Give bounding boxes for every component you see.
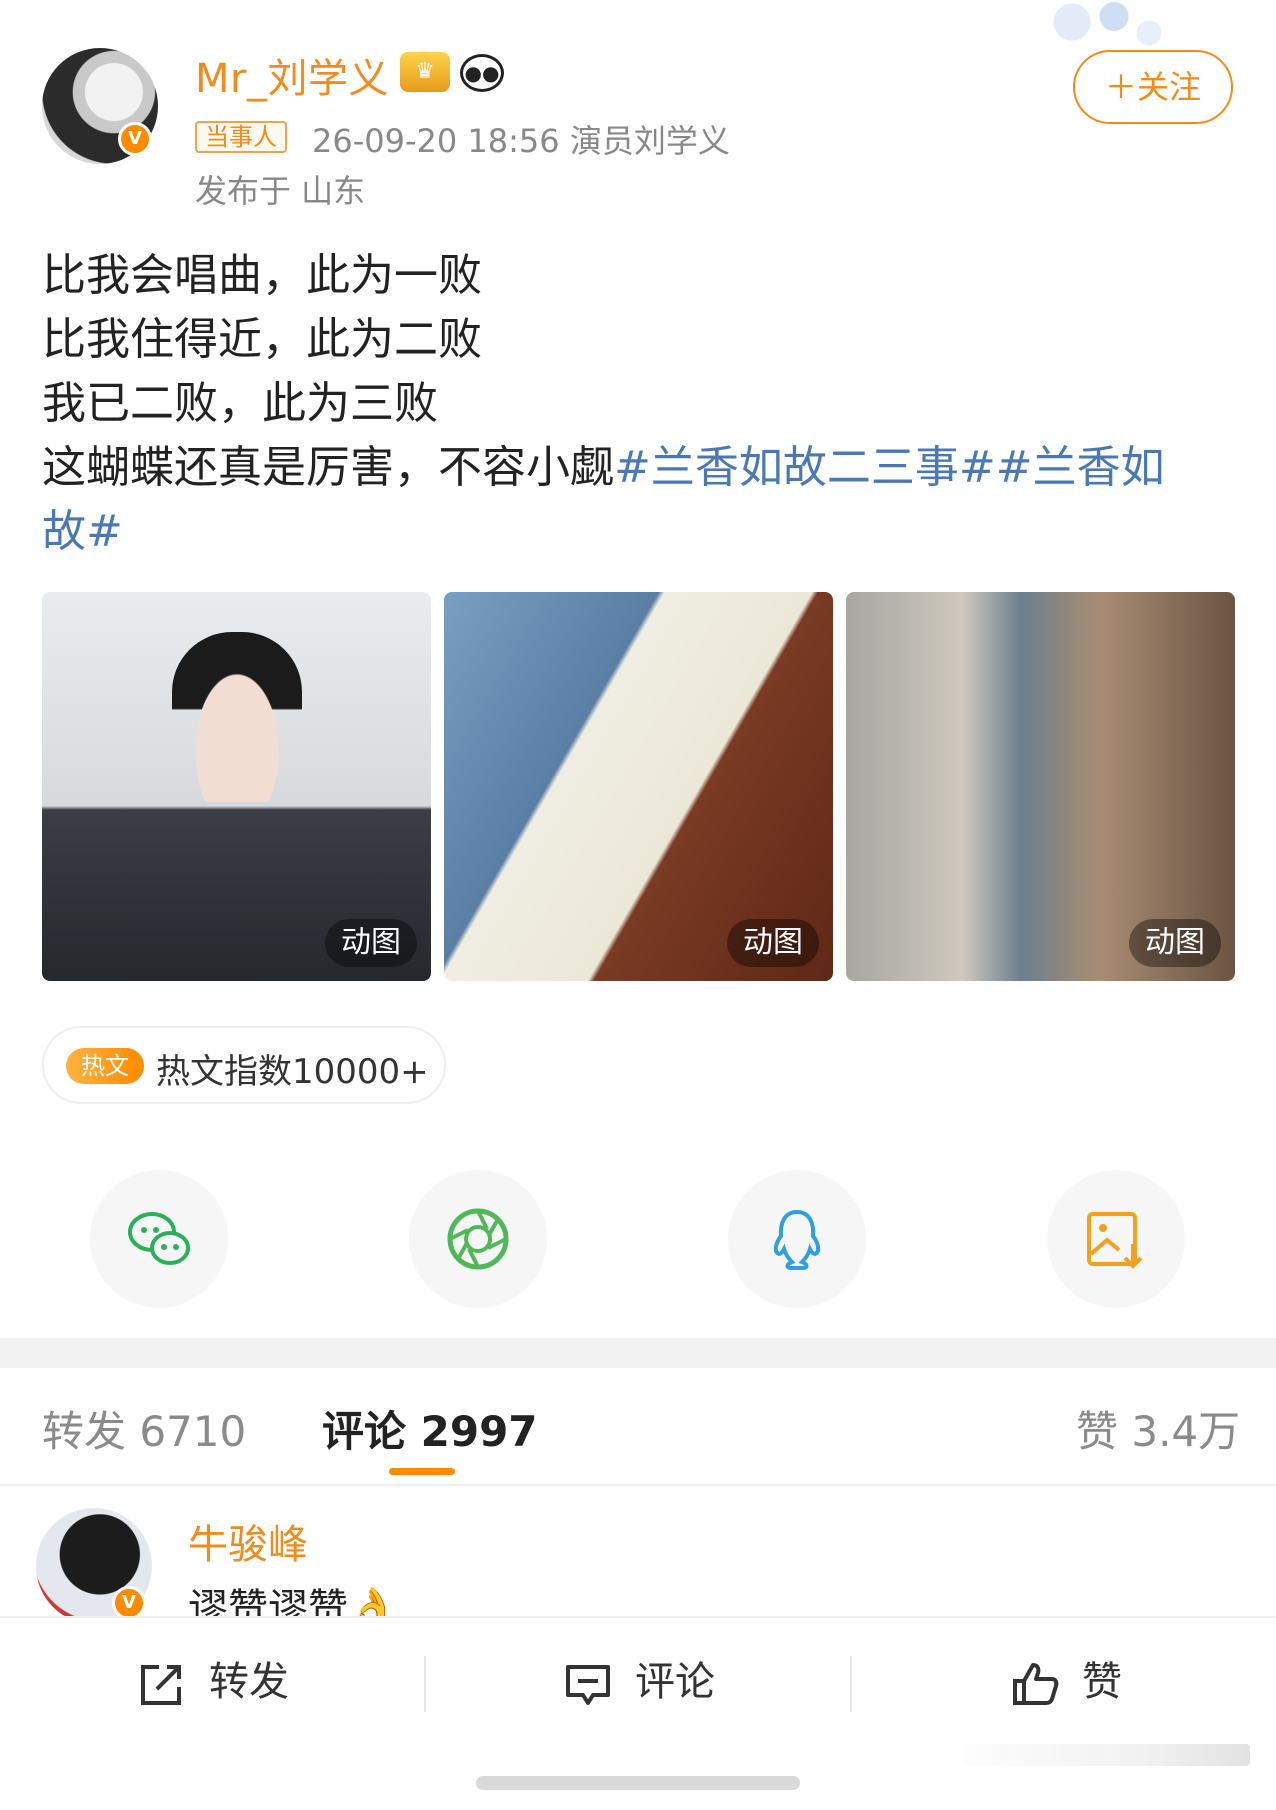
post-meta: 26-09-20 18:56 演员刘学义 <box>312 122 730 160</box>
like-button[interactable]: 赞 <box>1010 1642 1122 1722</box>
gif-badge: 动图 <box>325 919 417 967</box>
repost-icon <box>141 1665 181 1705</box>
post-line: 故# <box>42 500 1232 564</box>
repost-label: 转发 <box>209 1659 289 1705</box>
post-line: 我已二败，此为三败 <box>42 378 438 429</box>
tab-repost[interactable]: 转发 6710 <box>42 1398 246 1459</box>
verified-badge: V <box>118 122 152 156</box>
action-separator <box>424 1656 426 1712</box>
tabs-divider <box>0 1484 1276 1486</box>
moments-icon <box>447 1208 509 1270</box>
media-thumbnail[interactable]: 动图 <box>42 592 431 981</box>
qq-icon <box>773 1209 821 1270</box>
author-name[interactable]: Mr_刘学义 <box>195 46 389 104</box>
share-moments-button[interactable] <box>409 1170 547 1308</box>
scroll-indicator <box>940 1744 1250 1766</box>
tab-comment[interactable]: 评论 2997 <box>322 1398 538 1459</box>
crown-icon: ♛ <box>400 52 450 92</box>
decorative-flowers <box>1030 0 1170 55</box>
post-line: 这蝴蝶还真是厉害，不容小觑#兰香如故二三事##兰香如 <box>42 436 1232 500</box>
share-wechat-button[interactable] <box>90 1170 228 1308</box>
comment-icon <box>566 1665 610 1705</box>
party-tag: 当事人 <box>195 121 287 153</box>
bottom-bar-divider <box>0 1616 1276 1618</box>
save-image-icon <box>1087 1212 1143 1269</box>
media-thumbnail[interactable]: 动图 <box>846 592 1235 981</box>
active-tab-indicator <box>389 1468 455 1475</box>
media-thumbnail[interactable]: 动图 <box>444 592 833 981</box>
wechat-icon <box>128 1212 190 1265</box>
gif-badge: 动图 <box>1129 919 1221 967</box>
verified-badge: V <box>112 1586 146 1620</box>
thumbs-up-icon <box>1013 1663 1059 1705</box>
like-label: 赞 <box>1082 1659 1122 1705</box>
portrait-figure <box>172 632 302 802</box>
follow-button[interactable]: ＋关注 <box>1073 50 1233 124</box>
comment-label: 评论 <box>635 1659 715 1705</box>
section-divider <box>0 1338 1276 1368</box>
hashtag-link[interactable]: 故# <box>42 506 123 557</box>
panda-icon: ●● <box>460 54 504 92</box>
post-text: 比我会唱曲，此为一败 比我住得近，此为二败 我已二败，此为三败 这蝴蝶还真是厉害… <box>42 244 1232 564</box>
share-qq-button[interactable] <box>728 1170 866 1308</box>
gif-badge: 动图 <box>727 919 819 967</box>
repost-button[interactable]: 转发 <box>137 1642 289 1722</box>
post-line: 比我住得近，此为二败 <box>42 314 482 365</box>
tab-like[interactable]: 赞 3.4万 <box>1076 1398 1240 1459</box>
action-separator <box>850 1656 852 1712</box>
hot-article-pill[interactable]: 热文 热文指数10000+ <box>42 1026 446 1104</box>
save-image-button[interactable] <box>1047 1170 1185 1308</box>
post-line: 比我会唱曲，此为一败 <box>42 250 482 301</box>
comment-button[interactable]: 评论 <box>563 1642 715 1722</box>
post-location: 发布于 山东 <box>195 172 366 210</box>
hot-article-icon: 热文 <box>66 1048 144 1084</box>
hashtag-link[interactable]: #兰香如故二三事##兰香如 <box>614 442 1165 493</box>
post-line-text: 这蝴蝶还真是厉害，不容小觑 <box>42 442 614 493</box>
home-indicator[interactable] <box>476 1776 800 1790</box>
commenter-name[interactable]: 牛骏峰 <box>188 1512 308 1570</box>
hot-article-label: 热文指数10000+ <box>156 1052 429 1092</box>
